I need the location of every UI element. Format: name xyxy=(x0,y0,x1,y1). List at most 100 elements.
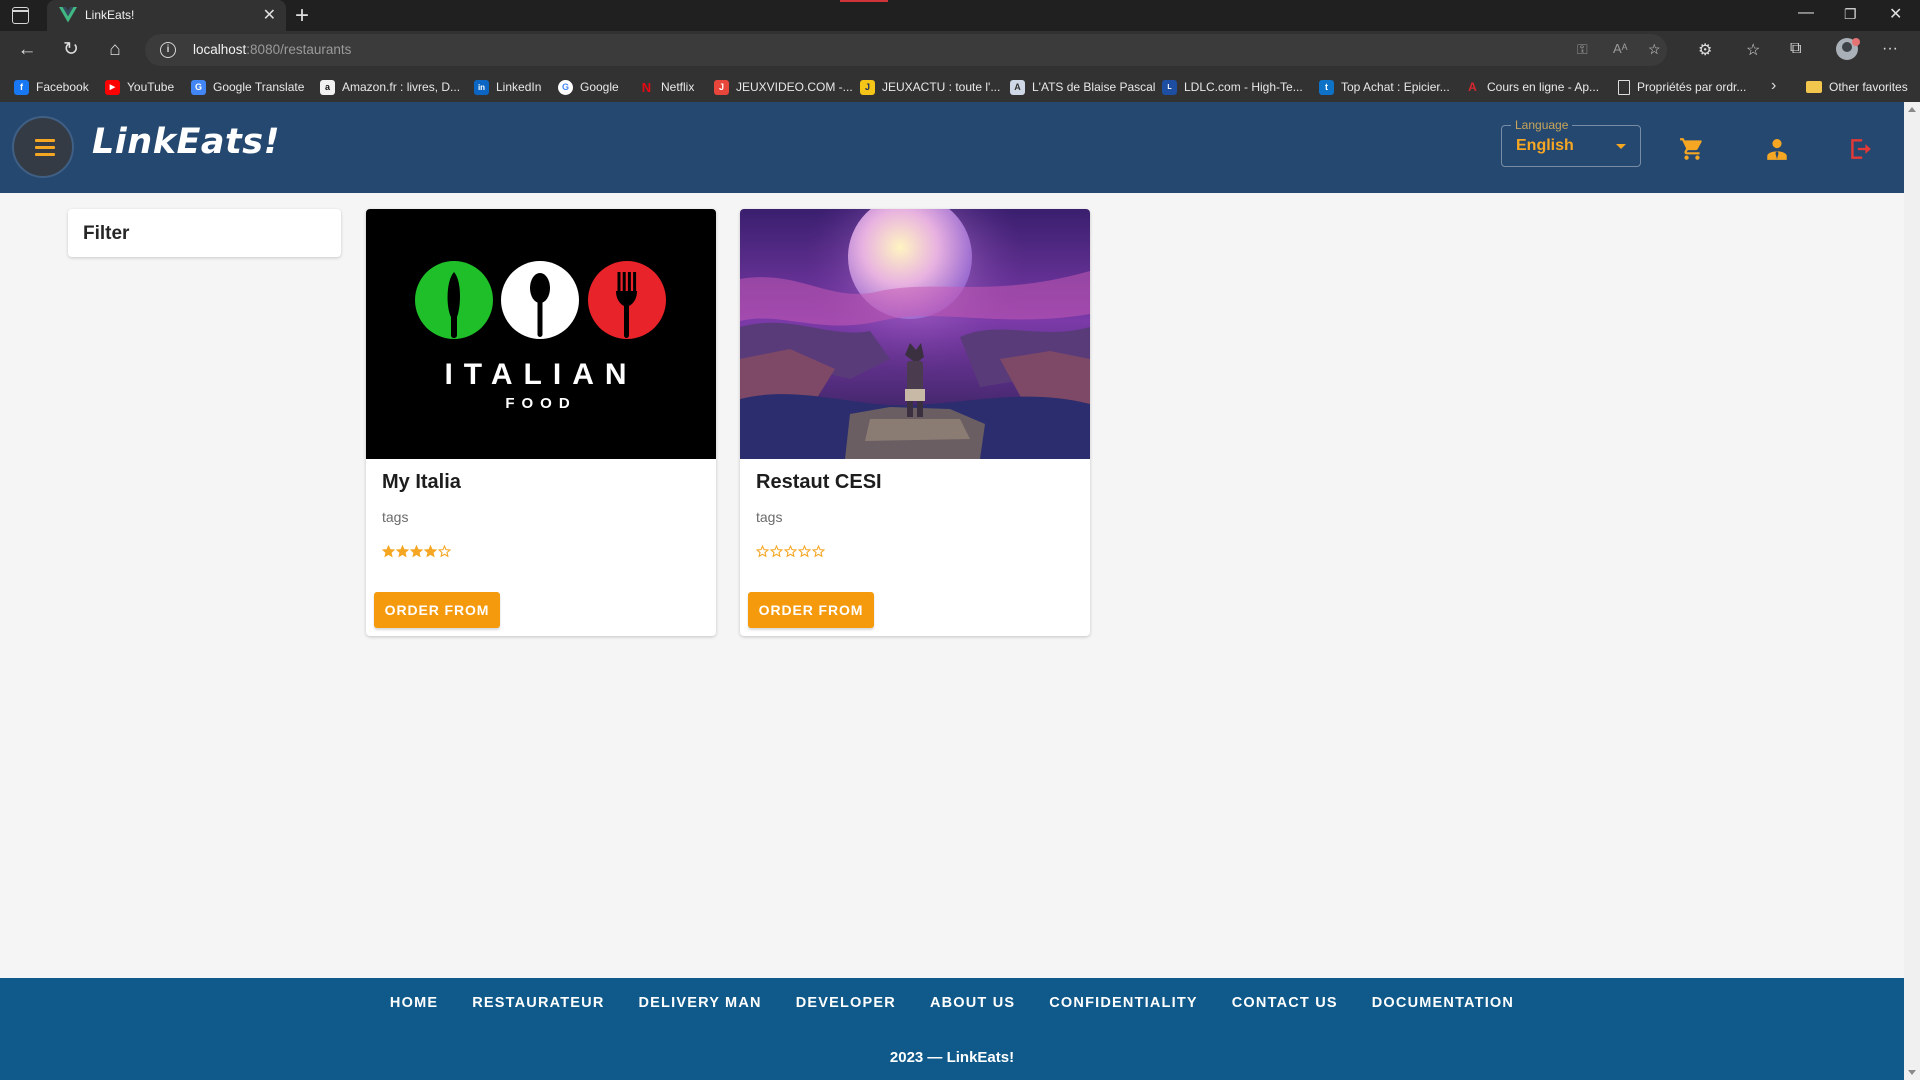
bookmark-netflix[interactable]: N Netflix xyxy=(639,77,695,97)
restaurant-image-moon-landscape[interactable] xyxy=(740,209,1090,459)
tab-title: LinkEats! xyxy=(85,8,135,22)
logout-icon[interactable] xyxy=(1847,136,1873,162)
address-bar[interactable]: i localhost:8080/restaurants ⚿ Aᴬ ☆ xyxy=(145,34,1667,66)
bookmark-amazon[interactable]: a Amazon.fr : livres, D... xyxy=(320,77,460,97)
youtube-icon: ▶ xyxy=(105,79,120,95)
language-value: English xyxy=(1516,137,1574,154)
hamburger-line xyxy=(35,153,55,156)
bookmark-facebook[interactable]: f Facebook xyxy=(14,77,89,97)
bookmark-proprietes[interactable]: Propriétés par ordr... xyxy=(1618,77,1746,97)
restaurant-card: ITALIAN FOOD My Italia tags ORDER FROM xyxy=(366,209,716,636)
language-label: Language xyxy=(1511,118,1573,132)
footer-link-confidentiality[interactable]: CONFIDENTIALITY xyxy=(1032,995,1215,1011)
star-filled-icon[interactable] xyxy=(396,545,409,558)
favorites-icon[interactable]: ☆ xyxy=(1746,40,1760,60)
facebook-icon: f xyxy=(14,79,29,95)
hamburger-line xyxy=(35,139,55,142)
bookmark-google-translate[interactable]: G Google Translate xyxy=(191,77,304,97)
chevron-down-icon xyxy=(1616,144,1626,149)
key-icon[interactable]: ⚿ xyxy=(1577,41,1588,58)
site-info-icon[interactable]: i xyxy=(160,42,176,58)
menu-button[interactable] xyxy=(12,116,74,178)
scroll-down-icon[interactable] xyxy=(1908,1070,1916,1075)
footer-link-about-us[interactable]: ABOUT US xyxy=(913,995,1032,1011)
collections-icon[interactable]: ⧉ xyxy=(1790,40,1801,58)
browser-toolbar: ← ↻ ⌂ i localhost:8080/restaurants ⚿ Aᴬ … xyxy=(0,31,1920,71)
url-text[interactable]: localhost:8080/restaurants xyxy=(193,42,351,57)
bookmark-youtube[interactable]: ▶ YouTube xyxy=(105,77,174,97)
close-tab-icon[interactable]: ✕ xyxy=(263,5,276,25)
star-empty-icon[interactable] xyxy=(438,545,451,558)
footer-link-delivery-man[interactable]: DELIVERY MAN xyxy=(622,995,779,1011)
star-filled-icon[interactable] xyxy=(424,545,437,558)
extensions-icon[interactable]: ⚙ xyxy=(1698,40,1712,60)
footer: HOME RESTAURATEUR DELIVERY MAN DEVELOPER… xyxy=(0,978,1904,1080)
ats-icon: A xyxy=(1010,79,1025,95)
filter-title: Filter xyxy=(83,223,130,244)
star-empty-icon[interactable] xyxy=(770,545,783,558)
star-empty-icon[interactable] xyxy=(756,545,769,558)
bookmark-cours[interactable]: A Cours en ligne - Ap... xyxy=(1465,77,1599,97)
more-icon[interactable]: ··· xyxy=(1882,40,1898,58)
scroll-up-icon[interactable] xyxy=(1908,107,1916,112)
account-icon[interactable] xyxy=(1764,136,1790,162)
read-aloud-icon[interactable]: Aᴬ xyxy=(1613,41,1628,56)
more-bookmarks-icon[interactable]: › xyxy=(1771,77,1776,95)
order-from-button[interactable]: ORDER FROM xyxy=(748,592,874,628)
page-scrollbar[interactable] xyxy=(1904,102,1920,1080)
bookmark-ats[interactable]: A L'ATS de Blaise Pascal xyxy=(1010,77,1155,97)
tab-indicator xyxy=(840,0,888,2)
bookmark-topachat[interactable]: t Top Achat : Epicier... xyxy=(1319,77,1450,97)
rating-stars[interactable] xyxy=(756,545,825,558)
ldlc-icon: L xyxy=(1162,79,1177,95)
tab-actions-icon[interactable] xyxy=(12,7,29,24)
browser-tab[interactable]: LinkEats! ✕ xyxy=(47,0,286,31)
footer-link-developer[interactable]: DEVELOPER xyxy=(779,995,913,1011)
add-favorite-icon[interactable]: ☆ xyxy=(1648,41,1661,58)
image-subtext: FOOD xyxy=(505,395,576,412)
hamburger-line xyxy=(35,146,55,149)
order-from-button[interactable]: ORDER FROM xyxy=(374,592,500,628)
bookmark-jeuxactu[interactable]: J JEUXACTU : toute l'... xyxy=(860,77,1000,97)
language-select[interactable]: Language English xyxy=(1501,118,1641,167)
bookmark-linkedin[interactable]: in LinkedIn xyxy=(474,77,541,97)
rating-stars[interactable] xyxy=(382,545,451,558)
bookmarks-bar: f Facebook ▶ YouTube G Google Translate a Am… xyxy=(0,71,1920,102)
topachat-icon: t xyxy=(1319,79,1334,95)
star-filled-icon[interactable] xyxy=(382,545,395,558)
star-empty-icon[interactable] xyxy=(784,545,797,558)
vue-logo-icon xyxy=(59,7,77,23)
star-empty-icon[interactable] xyxy=(798,545,811,558)
filter-panel[interactable]: Filter xyxy=(68,209,341,257)
google-translate-icon: G xyxy=(191,79,206,95)
cours-icon: A xyxy=(1468,80,1477,94)
refresh-icon[interactable]: ↻ xyxy=(60,39,82,61)
close-window-icon[interactable]: ✕ xyxy=(1889,4,1902,24)
star-empty-icon[interactable] xyxy=(812,545,825,558)
footer-link-restaurateur[interactable]: RESTAURATEUR xyxy=(455,995,621,1011)
amazon-icon: a xyxy=(320,79,335,95)
image-text: ITALIAN xyxy=(444,358,637,391)
google-icon: G xyxy=(558,79,573,95)
linkedin-icon: in xyxy=(474,79,489,95)
page-icon xyxy=(1618,79,1630,95)
restaurant-image-italian-food[interactable]: ITALIAN FOOD xyxy=(366,209,716,459)
restore-icon[interactable]: ❐ xyxy=(1844,6,1857,23)
cart-icon[interactable] xyxy=(1679,136,1705,162)
footer-link-home[interactable]: HOME xyxy=(373,995,455,1011)
footer-link-documentation[interactable]: DOCUMENTATION xyxy=(1355,995,1531,1011)
home-icon[interactable]: ⌂ xyxy=(104,39,126,61)
bookmark-ldlc[interactable]: L LDLC.com - High-Te... xyxy=(1162,77,1303,97)
jeuxactu-icon: J xyxy=(860,79,875,95)
star-filled-icon[interactable] xyxy=(410,545,423,558)
bookmark-jeuxvideo[interactable]: J JEUXVIDEO.COM -... xyxy=(714,77,853,97)
app-logo[interactable]: LinkEats! xyxy=(92,122,280,162)
bookmark-google[interactable]: G Google xyxy=(558,77,619,97)
back-icon[interactable]: ← xyxy=(16,39,38,61)
minimize-icon[interactable]: — xyxy=(1798,4,1814,22)
restaurant-name: My Italia xyxy=(382,471,461,493)
restaurant-tags: tags xyxy=(382,509,409,525)
bookmark-other-favorites[interactable]: Other favorites xyxy=(1806,77,1908,97)
new-tab-icon[interactable]: + xyxy=(295,2,309,30)
footer-link-contact-us[interactable]: CONTACT US xyxy=(1215,995,1355,1011)
